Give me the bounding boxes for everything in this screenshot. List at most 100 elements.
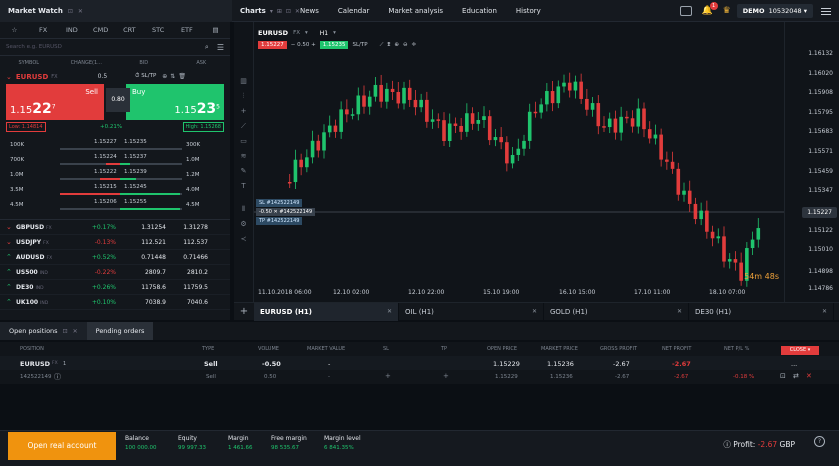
chevron-down-icon[interactable]: ▾ <box>305 30 308 36</box>
position-detail-row[interactable]: 142522149 ⓘ Sell 0.50 - + + 1.15229 1.15… <box>0 370 839 384</box>
quote-row[interactable]: ⌃ US500 IND -0.22% 2809.7 2810.2 <box>0 265 230 280</box>
search-input[interactable]: Search e.g. EURUSD <box>6 44 205 50</box>
menu-icon[interactable] <box>821 6 831 17</box>
window-detach-icon[interactable]: ⊡ <box>63 328 68 335</box>
nav-market-analysis[interactable]: Market analysis <box>388 7 443 15</box>
indicators-icon[interactable]: ⫴ <box>234 202 253 217</box>
chart-symbol[interactable]: EURUSD <box>258 29 288 37</box>
add-tp-button[interactable]: + <box>443 372 449 380</box>
selected-symbol-row[interactable]: ⌄ EURUSD FX 0.5 ⏱ SL/TP ⊕⇅🗑 <box>0 69 230 84</box>
close-icon[interactable]: ✕ <box>822 308 827 315</box>
nav-education[interactable]: Education <box>462 7 497 15</box>
quote-row[interactable]: ⌃ UK100 IND +0.10% 7038.9 7040.6 <box>0 295 230 310</box>
chart-tools-icons[interactable]: ⟋⩩⊕⊖✛ <box>380 42 421 49</box>
info-icon[interactable]: ⓘ <box>54 372 61 382</box>
chevron-down-icon[interactable]: ▾ <box>333 30 336 36</box>
nav-history[interactable]: History <box>516 7 541 15</box>
charts-tab[interactable]: Charts ▾ ⊞ ⊡ ✕ <box>236 0 300 22</box>
chevron-up-icon[interactable]: ⌃ <box>6 298 16 306</box>
chart-volume[interactable]: − 0.50 + <box>287 42 320 48</box>
tp-order-label[interactable]: TP #142522149 <box>256 217 303 225</box>
close-icon[interactable]: ✕ <box>387 308 392 315</box>
quote-row[interactable]: ⌄ USDJPY FX -0.13% 112.521 112.537 <box>0 235 230 250</box>
tab-fx[interactable]: FX <box>29 26 58 34</box>
chart-tab-gold[interactable]: GOLD (H1) ✕ <box>544 302 689 321</box>
tab-etf[interactable]: ETF <box>173 26 202 34</box>
reverse-icon[interactable]: ⇄ <box>793 372 799 380</box>
chart-tab-eurusd[interactable]: EURUSD (H1) ✕ <box>254 302 399 321</box>
candlestick-chart[interactable] <box>254 22 784 302</box>
edit-icon[interactable]: ⊡ <box>780 372 786 380</box>
account-selector[interactable]: DEMO 10532048 ▾ <box>736 4 813 18</box>
quote-row[interactable]: ⌃ AUDUSD FX +0.52% 0.71448 0.71466 <box>0 250 230 265</box>
volume-input[interactable]: 0.5 <box>98 73 108 80</box>
tab-cmd[interactable]: CMD <box>86 26 115 34</box>
sltp-button[interactable]: ⏱ SL/TP <box>135 73 156 80</box>
market-watch-tab[interactable]: Market Watch ⊡ ✕ <box>0 0 232 22</box>
fibonacci-icon[interactable]: ≋ <box>234 149 253 164</box>
close-position-icon[interactable]: ✕ <box>806 372 812 380</box>
pen-icon[interactable]: ✎ <box>234 164 253 179</box>
buy-button[interactable]: Buy 1.15235 <box>126 84 224 120</box>
tab-stc[interactable]: STC <box>144 26 173 34</box>
share-icon[interactable]: ≺ <box>234 232 253 247</box>
chevron-down-icon[interactable]: ⌄ <box>6 73 12 81</box>
tab-ind[interactable]: IND <box>58 26 87 34</box>
nav-calendar[interactable]: Calendar <box>338 7 369 15</box>
tab-favorites[interactable]: ☆ <box>0 26 29 34</box>
window-detach-icon[interactable]: ⊡ <box>68 8 73 15</box>
entry-order-label[interactable]: -0.50 ✕ #142522149 <box>256 208 316 216</box>
close-icon[interactable]: ✕ <box>73 328 78 335</box>
col-ask[interactable]: ASK <box>173 60 231 66</box>
line-tool-icon[interactable]: ⟋ <box>234 119 253 134</box>
symbol-tools-icons[interactable]: ⊕⇅🗑 <box>162 73 189 80</box>
chart-timeframe[interactable]: H1 <box>320 30 328 37</box>
quote-row[interactable]: ⌄ GBPUSD FX +0.17% 1.31254 1.31278 <box>0 220 230 235</box>
chevron-up-icon[interactable]: ⌃ <box>6 253 16 261</box>
symbol-search[interactable]: Search e.g. EURUSD ⌕ ☰ <box>0 39 230 56</box>
close-icon[interactable]: ✕ <box>677 308 682 315</box>
tab-pending-orders[interactable]: Pending orders <box>86 322 154 340</box>
window-detach-icon[interactable]: ⊡ <box>286 8 291 15</box>
chevron-up-icon[interactable]: ⌃ <box>6 283 16 291</box>
position-row[interactable]: EURUSD FX 1 Sell -0.50 - 1.15229 1.15236… <box>0 356 839 370</box>
position-more[interactable]: ... <box>791 360 797 368</box>
open-real-account-button[interactable]: Open real account <box>8 432 116 460</box>
chart-tab-oil[interactable]: OIL (H1) ✕ <box>399 302 544 321</box>
tab-open-positions[interactable]: Open positions ⊡ ✕ <box>0 322 87 340</box>
help-icon[interactable]: ? <box>814 436 825 447</box>
settings-icon[interactable]: ⚙ <box>234 217 253 232</box>
col-symbol[interactable]: SYMBOL <box>0 60 58 66</box>
text-tool-icon[interactable]: T <box>234 179 253 194</box>
chevron-down-icon[interactable]: ⌄ <box>6 238 16 246</box>
crosshair-icon[interactable]: + <box>234 104 253 119</box>
more-categories-icon[interactable]: ▤ <box>201 26 230 34</box>
chevron-down-icon[interactable]: ▾ <box>270 8 273 15</box>
quote-row[interactable]: ⌃ DE30 IND +0.26% 11758.6 11759.5 <box>0 280 230 295</box>
nav-news[interactable]: News <box>300 7 319 15</box>
list-view-icon[interactable]: ☰ <box>217 43 224 52</box>
sl-order-label[interactable]: SL #142522149 <box>256 199 303 207</box>
close-icon[interactable]: ✕ <box>78 8 83 15</box>
add-chart-icon[interactable]: + <box>234 306 254 317</box>
notifications-bell-icon[interactable]: 🔔 1 <box>702 2 718 17</box>
add-sl-button[interactable]: + <box>385 372 391 380</box>
bar-chart-icon[interactable]: ▥ <box>234 74 253 89</box>
sell-button[interactable]: Sell 1.15227 <box>6 84 104 120</box>
close-icon[interactable]: ✕ <box>532 308 537 315</box>
tab-crt[interactable]: CRT <box>115 26 144 34</box>
chevron-down-icon[interactable]: ⌄ <box>6 223 16 231</box>
col-bid[interactable]: BID <box>115 60 173 66</box>
chart-buy-button[interactable]: 1.15235 <box>319 41 349 49</box>
screen-icon[interactable] <box>679 6 692 16</box>
search-icon[interactable]: ⌕ <box>205 43 209 52</box>
chevron-up-icon[interactable]: ⌃ <box>6 268 16 276</box>
chart-tab-de30[interactable]: DE30 (H1) ✕ <box>689 302 834 321</box>
close-all-button[interactable]: CLOSE ▾ <box>781 346 819 355</box>
chart-sell-button[interactable]: 1.15227 <box>258 41 287 49</box>
candle-icon[interactable]: ⫶ <box>234 89 253 104</box>
rectangle-tool-icon[interactable]: ▭ <box>234 134 253 149</box>
layout-icon[interactable]: ⊞ <box>277 8 282 15</box>
chart-sltp[interactable]: SL/TP <box>348 42 371 48</box>
col-change[interactable]: CHANGE(1... <box>58 60 116 66</box>
